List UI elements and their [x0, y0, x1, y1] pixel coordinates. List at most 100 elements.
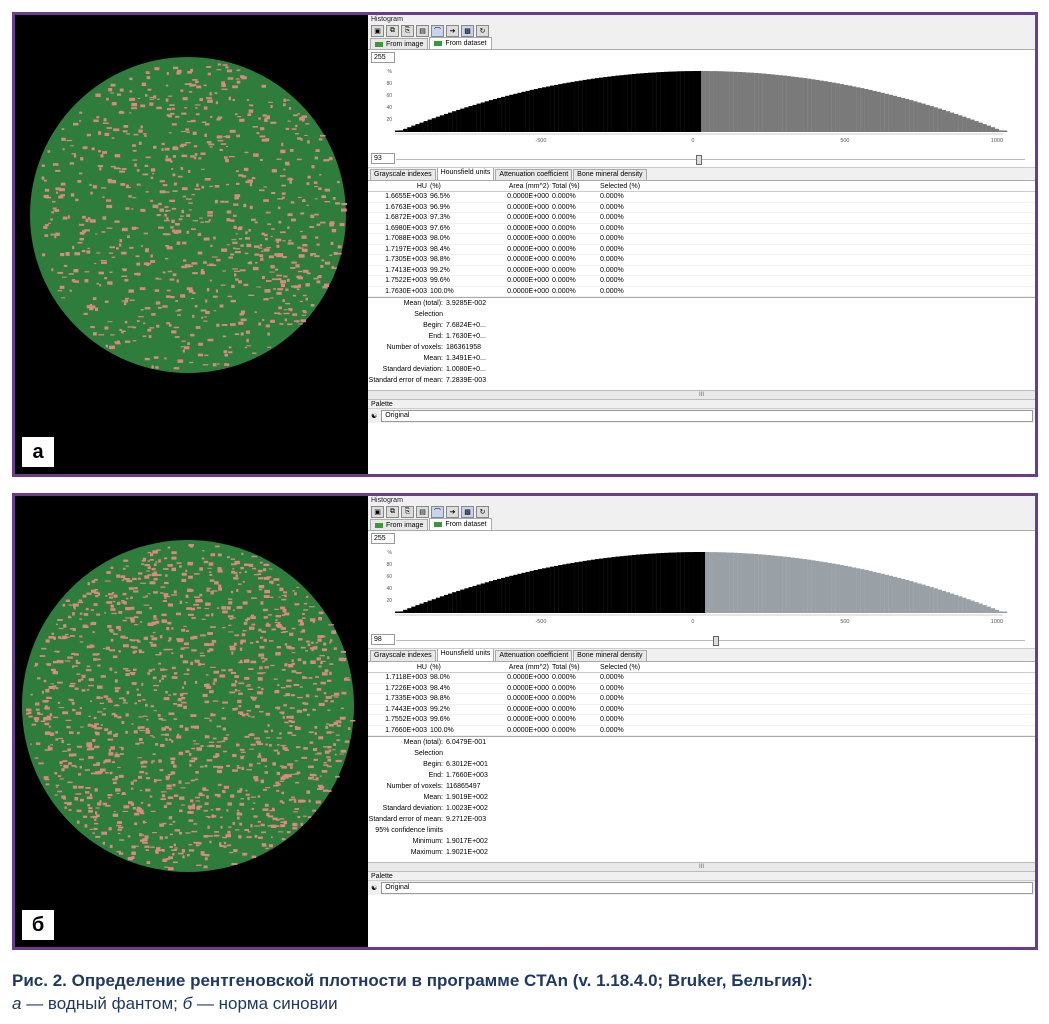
density-speckle [153, 571, 157, 573]
density-speckle [325, 696, 332, 699]
density-speckle [111, 137, 115, 139]
tab-from-image[interactable]: From image [370, 38, 429, 49]
tab-hounsfield-units[interactable]: Hounsfield units [436, 167, 495, 180]
density-speckle [119, 839, 125, 841]
threshold-slider-handle[interactable] [696, 155, 702, 165]
tab-grayscale-indexes[interactable]: Grayscale indexes [370, 169, 436, 180]
density-speckle [274, 622, 281, 624]
density-speckle [200, 168, 205, 170]
density-speckle [132, 149, 137, 152]
tab-bone-mineral-density[interactable]: Bone mineral density [573, 169, 647, 180]
density-speckle [152, 631, 156, 634]
tab-from-image[interactable]: From image [370, 519, 429, 530]
density-speckle [85, 218, 89, 223]
histogram-bar [537, 569, 543, 613]
horizontal-scrollbar[interactable]: III [368, 862, 1035, 872]
density-speckle [159, 208, 164, 212]
density-speckle [94, 723, 99, 726]
density-speckle [82, 215, 86, 219]
table-row[interactable]: 1.7118E+003 98.0% 0.0000E+000 0.000% 0.000% [368, 673, 1035, 684]
density-speckle [79, 237, 84, 241]
histogram-bar [460, 108, 465, 132]
tab-attenuation-coefficient[interactable]: Attenuation coefficient [495, 169, 573, 180]
curve-icon[interactable]: ⌒ [431, 506, 444, 518]
lower-limit-field[interactable]: 98 [371, 634, 395, 645]
density-speckle [215, 101, 218, 105]
table-row[interactable]: 1.7197E+003 98.4% 0.0000E+000 0.000% 0.000% [368, 245, 1035, 255]
table-row[interactable]: 1.6655E+003 96.5% 0.0000E+000 0.000% 0.000% [368, 192, 1035, 203]
histogram-bar [419, 122, 424, 132]
horizontal-scrollbar[interactable]: III [368, 390, 1035, 400]
density-speckle [279, 780, 284, 782]
table-row[interactable]: 1.7335E+003 98.8% 0.0000E+000 0.000% 0.000% [368, 694, 1035, 705]
color-map-icon[interactable]: ▩ [461, 25, 474, 37]
table-header: HU (%) Area (mm^2) Total (%) Selected (%) [368, 662, 1035, 673]
density-speckle [108, 752, 114, 756]
histogram-bar [464, 107, 469, 132]
stat-value: 7.6824E+0... [446, 322, 486, 329]
density-speckle [125, 673, 130, 677]
curve-icon[interactable]: ⌒ [431, 25, 444, 37]
table-row[interactable]: 1.7660E+003 100.0% 0.0000E+000 0.000% 0.000% [368, 726, 1035, 736]
arrow-right-icon[interactable]: ➔ [446, 25, 459, 37]
table-row[interactable]: 1.7088E+003 98.0% 0.0000E+000 0.000% 0.000% [368, 234, 1035, 245]
density-speckle [223, 790, 226, 794]
density-speckle [86, 133, 91, 137]
density-speckle [188, 202, 193, 204]
tab-from-dataset[interactable]: From dataset [429, 518, 492, 530]
table-row[interactable]: 1.7226E+003 98.4% 0.0000E+000 0.000% 0.000% [368, 684, 1035, 694]
palette-select[interactable]: Original [381, 410, 1033, 422]
density-speckle [60, 297, 66, 299]
image-icon[interactable]: ▣ [371, 25, 384, 37]
density-speckle [133, 133, 139, 136]
density-speckle [302, 799, 306, 803]
density-speckle [215, 289, 218, 293]
copy-icon[interactable]: ⧉ [386, 25, 399, 37]
image-icon[interactable]: ▣ [371, 506, 384, 518]
tab-bone-mineral-density[interactable]: Bone mineral density [573, 650, 647, 661]
density-speckle [234, 248, 241, 250]
density-speckle [111, 102, 117, 106]
table-row[interactable]: 1.6763E+003 96.9% 0.0000E+000 0.000% 0.000% [368, 203, 1035, 213]
paste-icon[interactable]: ⎘ [401, 506, 414, 518]
density-speckle [137, 577, 141, 580]
table-row[interactable]: 1.7552E+003 99.6% 0.0000E+000 0.000% 0.000% [368, 715, 1035, 726]
density-speckle [165, 84, 169, 87]
density-speckle [73, 154, 77, 158]
histogram-bar [998, 611, 1004, 613]
palette-select[interactable]: Original [381, 882, 1033, 894]
density-speckle [108, 88, 113, 92]
table-row[interactable]: 1.7443E+003 99.2% 0.0000E+000 0.000% 0.000% [368, 705, 1035, 715]
tab-from-dataset[interactable]: From dataset [429, 37, 492, 49]
density-speckle [329, 254, 333, 256]
table-row[interactable]: 1.7305E+003 98.8% 0.0000E+000 0.000% 0.000% [368, 255, 1035, 266]
refresh-icon[interactable]: ↻ [476, 25, 489, 37]
tab-attenuation-coefficient[interactable]: Attenuation coefficient [495, 650, 573, 661]
histogram-bar [525, 90, 530, 132]
table-row[interactable]: 1.7413E+003 99.2% 0.0000E+000 0.000% 0.000% [368, 266, 1035, 276]
threshold-slider-handle[interactable] [713, 636, 719, 646]
density-speckle [314, 198, 318, 200]
table-row[interactable]: 1.7630E+003 100.0% 0.0000E+000 0.000% 0.000% [368, 287, 1035, 297]
table-row[interactable]: 1.6872E+003 97.3% 0.0000E+000 0.000% 0.000% [368, 213, 1035, 224]
density-speckle [283, 695, 287, 697]
refresh-icon[interactable]: ↻ [476, 506, 489, 518]
color-map-icon[interactable]: ▩ [461, 506, 474, 518]
save-icon[interactable]: ▤ [416, 506, 429, 518]
density-speckle [332, 197, 336, 200]
density-speckle [204, 178, 211, 181]
density-speckle [289, 149, 294, 152]
copy-icon[interactable]: ⧉ [386, 506, 399, 518]
save-icon[interactable]: ▤ [416, 25, 429, 37]
arrow-right-icon[interactable]: ➔ [446, 506, 459, 518]
density-speckle [48, 725, 51, 728]
tab-grayscale-indexes[interactable]: Grayscale indexes [370, 650, 436, 661]
table-row[interactable]: 1.6980E+003 97.6% 0.0000E+000 0.000% 0.000% [368, 224, 1035, 234]
tab-hounsfield-units[interactable]: Hounsfield units [436, 648, 495, 661]
table-row[interactable]: 1.7522E+003 99.6% 0.0000E+000 0.000% 0.000% [368, 276, 1035, 287]
density-speckle [341, 208, 347, 212]
lower-limit-field[interactable]: 93 [371, 153, 395, 164]
density-speckle [185, 142, 191, 144]
density-speckle [238, 682, 245, 685]
paste-icon[interactable]: ⎘ [401, 25, 414, 37]
